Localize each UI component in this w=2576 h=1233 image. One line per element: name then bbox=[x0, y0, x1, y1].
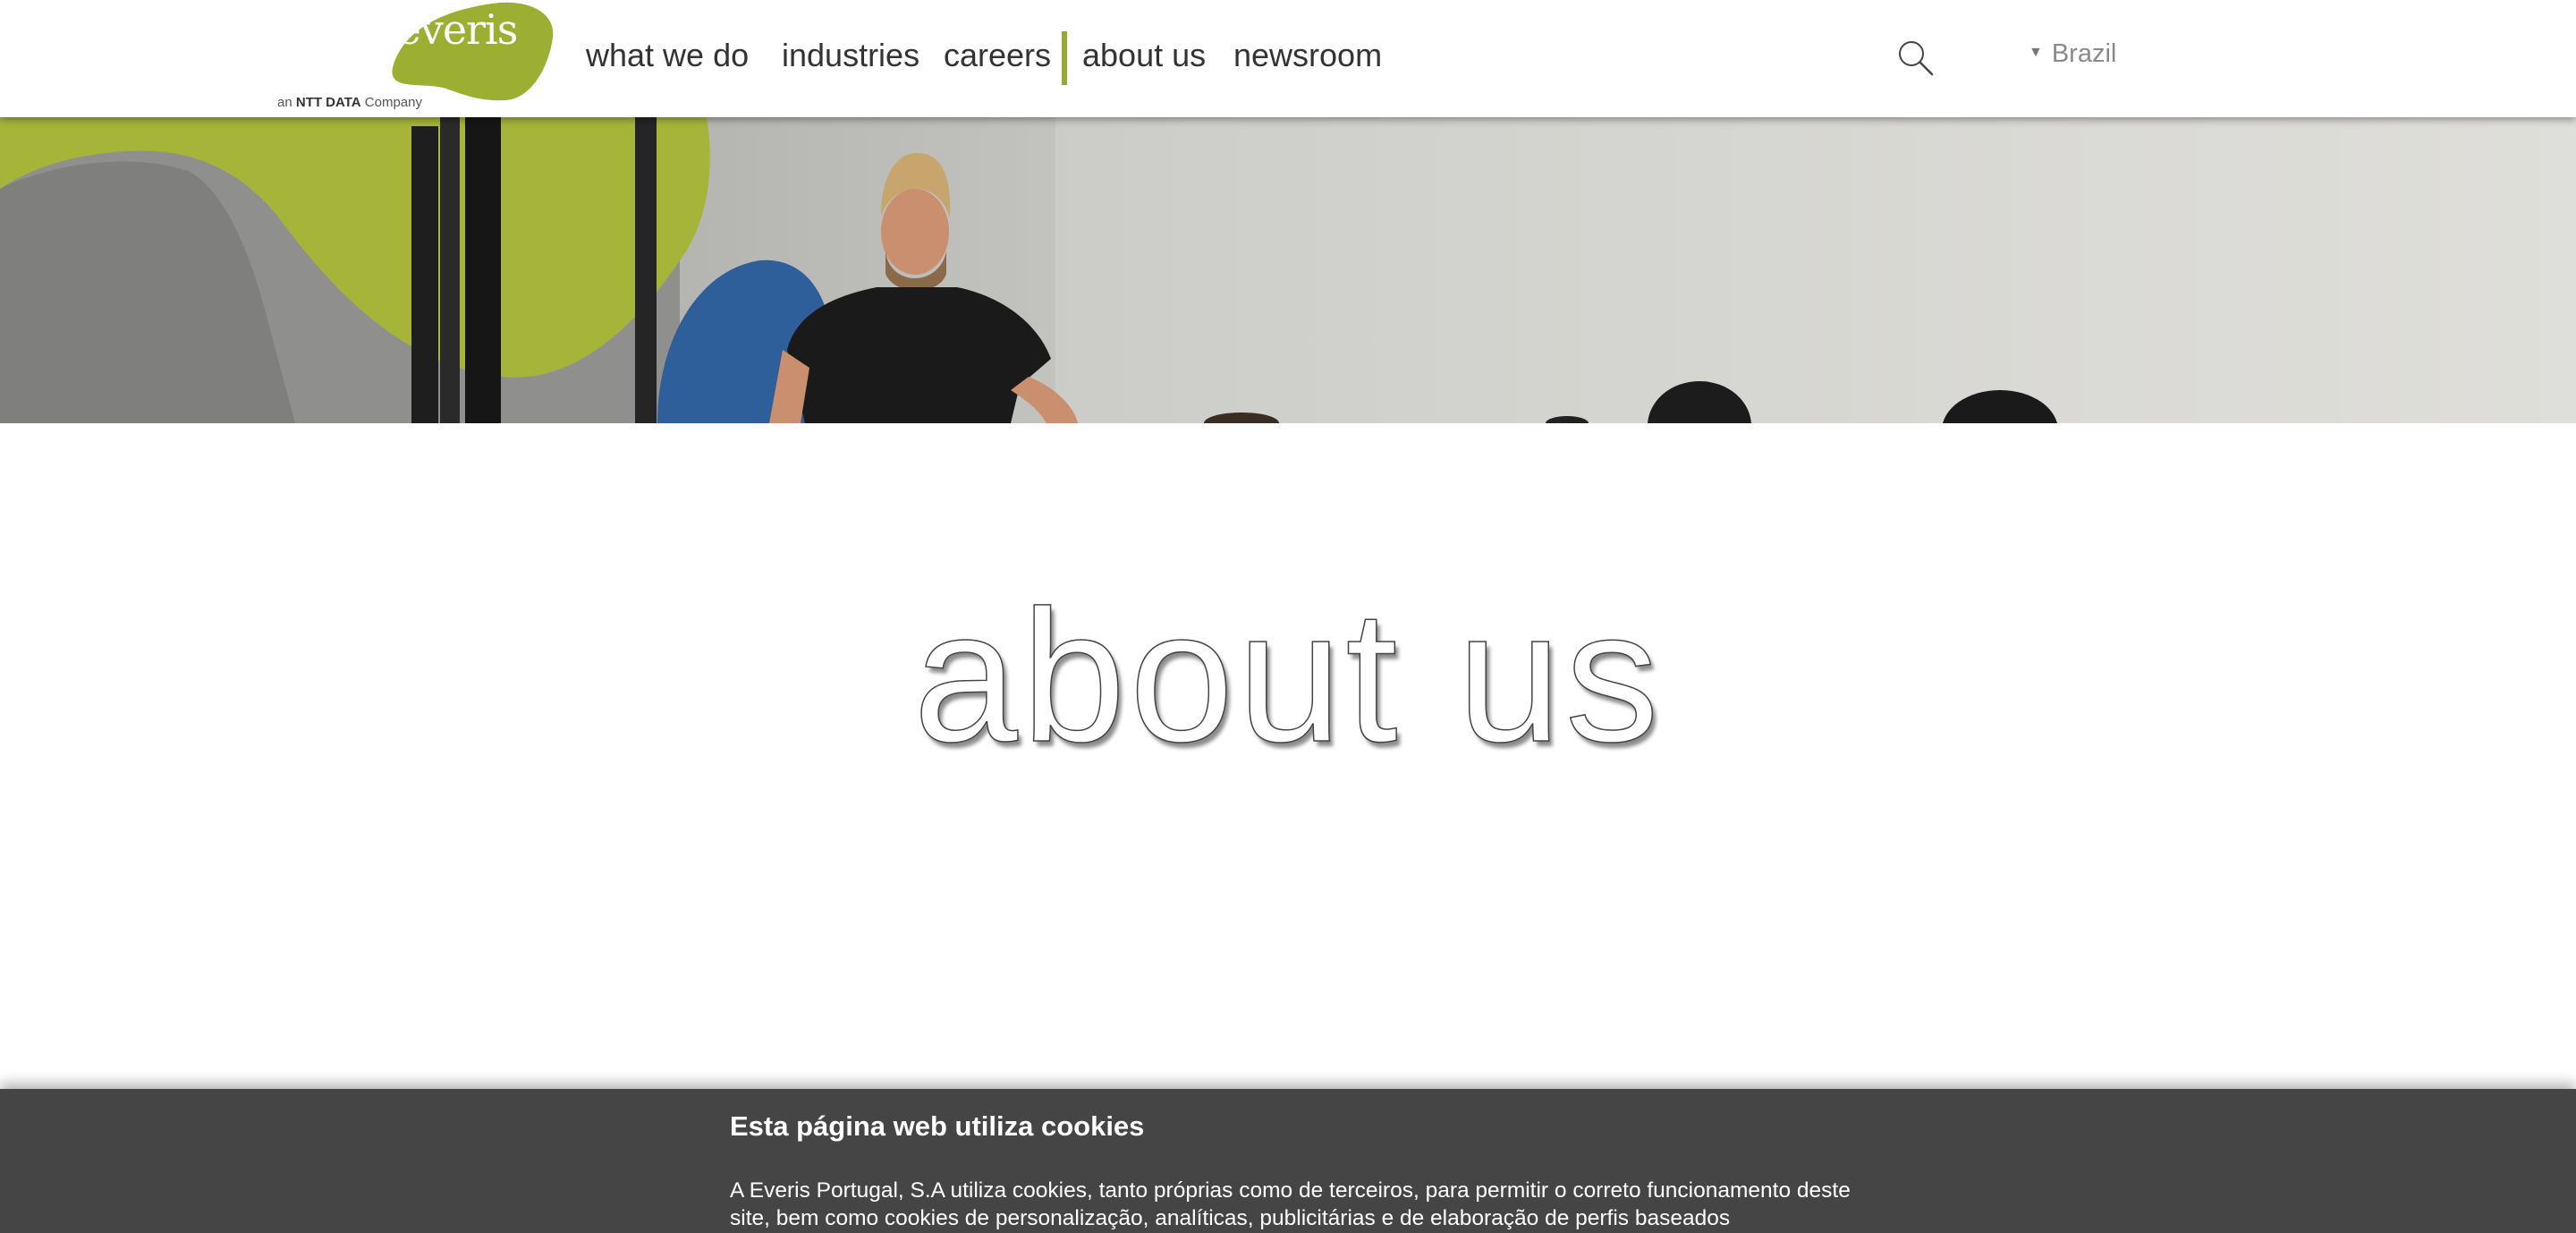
nav-item-newsroom[interactable]: newsroom bbox=[1233, 32, 1382, 79]
hero-photo bbox=[0, 117, 2576, 423]
logo-subtitle-suffix: Company bbox=[364, 95, 422, 110]
nav-active-indicator bbox=[1062, 31, 1067, 85]
page-title: about us bbox=[912, 570, 1663, 781]
country-selector[interactable]: ▼ Brazil bbox=[2029, 39, 2116, 69]
hero-banner bbox=[0, 117, 2576, 423]
cookie-banner-text: A Everis Portugal, S.A utiliza cookies, … bbox=[730, 1178, 1851, 1230]
everis-logo[interactable]: everis an NTT DATA Company bbox=[277, 2, 554, 115]
search-icon bbox=[1899, 41, 1934, 76]
logo-subtitle: an NTT DATA Company bbox=[277, 95, 422, 110]
search-button[interactable] bbox=[1896, 38, 1936, 78]
nav-item-careers[interactable]: careers bbox=[944, 32, 1051, 79]
nav-item-industries[interactable]: industries bbox=[782, 32, 919, 79]
logo-subtitle-prefix: an bbox=[277, 95, 292, 110]
cookie-banner-title: Esta página web utiliza cookies bbox=[730, 1110, 1145, 1142]
logo-wordmark: everis bbox=[396, 5, 519, 54]
caret-down-icon: ▼ bbox=[2029, 45, 2043, 61]
site-header: everis an NTT DATA Company what we do in… bbox=[0, 0, 2576, 117]
nav-item-about-us[interactable]: about us bbox=[1082, 32, 1206, 79]
country-label: Brazil bbox=[2051, 39, 2117, 68]
nav-item-what-we-do[interactable]: what we do bbox=[586, 32, 749, 79]
logo-subtitle-brand: NTT DATA bbox=[295, 95, 361, 110]
cookie-banner: Esta página web utiliza cookies A Everis… bbox=[0, 1089, 2576, 1233]
